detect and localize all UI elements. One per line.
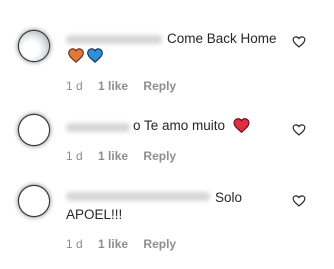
- comment-meta: 1 d 1 like Reply: [66, 237, 176, 251]
- reply-button[interactable]: Reply: [143, 149, 176, 163]
- comment-item: Come Back Home 1 d 1 like Reply: [0, 0, 334, 100]
- like-heart-icon[interactable]: [292, 35, 306, 49]
- comment-meta: 1 d 1 like Reply: [66, 79, 176, 93]
- blurred-username: [66, 123, 130, 132]
- like-heart-icon[interactable]: [292, 123, 306, 137]
- red-heart-emoji: [233, 118, 250, 133]
- avatar[interactable]: [19, 115, 49, 145]
- blurred-username: [66, 192, 210, 201]
- avatar[interactable]: [19, 31, 49, 61]
- like-heart-icon[interactable]: [292, 194, 306, 208]
- comment-text-line2: APOEL!!!: [66, 207, 123, 222]
- like-count-button[interactable]: 1 like: [98, 237, 128, 251]
- comment-text: Come Back Home: [167, 31, 277, 46]
- like-count-button[interactable]: 1 like: [98, 79, 128, 93]
- comment-meta: 1 d 1 like Reply: [66, 149, 176, 163]
- comment-text: o Te amo muito: [133, 118, 226, 133]
- comment-age: 1 d: [66, 79, 83, 93]
- comment-age: 1 d: [66, 149, 83, 163]
- blue-heart-emoji: [87, 48, 103, 63]
- blurred-username: [66, 35, 162, 44]
- comment-text-line1: Solo: [215, 190, 243, 205]
- comment-item: Solo APOEL!!! 1 d 1 like Reply: [0, 180, 334, 269]
- reply-button[interactable]: Reply: [143, 79, 176, 93]
- like-count-button[interactable]: 1 like: [98, 149, 128, 163]
- avatar[interactable]: [19, 186, 49, 216]
- orange-heart-emoji: [68, 48, 84, 63]
- comment-item: o Te amo muito 1 d 1 like Reply: [0, 100, 334, 180]
- comment-age: 1 d: [66, 237, 83, 251]
- reply-button[interactable]: Reply: [143, 237, 176, 251]
